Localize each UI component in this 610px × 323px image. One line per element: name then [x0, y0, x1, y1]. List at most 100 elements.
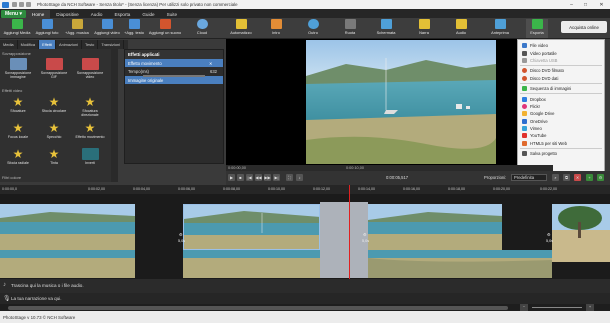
next-button[interactable]: ▶▶: [264, 174, 271, 181]
play-button[interactable]: ▶: [228, 174, 235, 181]
tab-media[interactable]: Media: [0, 40, 18, 49]
narration-track[interactable]: 🎙 La tua narrazione va qui.: [0, 293, 610, 304]
tab-edit[interactable]: Modifica: [18, 40, 40, 49]
tab-slides[interactable]: Diapositive: [50, 10, 84, 18]
save-quick-icon[interactable]: [12, 2, 17, 7]
add-music-button[interactable]: +Agg. musica: [63, 19, 91, 38]
automate-button[interactable]: Automatizzo: [227, 19, 255, 38]
cloud-button[interactable]: Cloud: [192, 19, 212, 38]
tab-animations[interactable]: Animazioni: [56, 40, 83, 49]
export-onedrive[interactable]: OneDrive: [518, 118, 604, 125]
export-button[interactable]: Esporta: [526, 19, 548, 38]
menu-button[interactable]: Menu ▾: [1, 10, 26, 18]
export-flickr[interactable]: Flickr: [518, 103, 604, 110]
timeline-clip-lower[interactable]: [0, 250, 135, 278]
effect-radial-blur[interactable]: ★ Sfocia radiale: [2, 147, 34, 165]
add-icon[interactable]: +: [586, 174, 593, 181]
effect-image-overlay[interactable]: Sovrapposizione immagine: [2, 58, 34, 79]
effect-mirror[interactable]: ★ Specchio: [38, 121, 70, 139]
param-value[interactable]: 632: [210, 69, 217, 74]
save-project[interactable]: Salva progetto: [518, 150, 604, 157]
effect-blur[interactable]: ★ Sfocature: [2, 95, 34, 113]
outro-button[interactable]: Outro: [303, 19, 323, 38]
stop-button[interactable]: ■: [237, 174, 244, 181]
go-start-button[interactable]: |◀: [246, 174, 253, 181]
export-dropbox[interactable]: Dropbox: [518, 95, 604, 102]
redo-quick-icon[interactable]: [26, 2, 31, 7]
timeline-ruler[interactable]: 0:00:00,0 0:00:02,00 0:00:04,00 0:00:06,…: [0, 185, 610, 194]
timeline-clip-selected[interactable]: [183, 204, 320, 250]
export-image-sequence[interactable]: Sequenza di immagini: [518, 85, 604, 92]
add-media-button[interactable]: Aggiungi Media: [2, 19, 32, 38]
fullscreen-icon[interactable]: ⛶: [286, 174, 293, 181]
maximize-button[interactable]: □: [580, 0, 591, 9]
prev-button[interactable]: ◀◀: [255, 174, 262, 181]
screenshot-button[interactable]: Schermata: [372, 19, 400, 38]
timeline-clip[interactable]: [368, 204, 502, 250]
tab-suite[interactable]: Suite: [161, 10, 183, 18]
remove-effect-icon[interactable]: ✕: [209, 61, 213, 66]
tab-home[interactable]: Home: [26, 10, 51, 18]
rotate-button[interactable]: Ruota: [340, 19, 360, 38]
effect-circular-blur[interactable]: ★ Sfocia circolare: [38, 95, 70, 113]
zoom-slider[interactable]: [532, 307, 582, 308]
tab-transitions[interactable]: Transizioni: [98, 40, 125, 49]
export-usb-drive[interactable]: Chiavetta USB: [518, 57, 604, 64]
effect-invert[interactable]: Inverti: [74, 148, 106, 165]
export-video-file[interactable]: File video: [518, 42, 604, 49]
narrate-button[interactable]: Narra: [414, 19, 434, 38]
minimize-button[interactable]: –: [566, 0, 577, 9]
timeline-clip[interactable]: [552, 204, 610, 262]
add-video-button[interactable]: Aggiungi video: [93, 19, 121, 38]
go-end-button[interactable]: ▶|: [273, 174, 280, 181]
effects-list-scrollbar[interactable]: [111, 49, 118, 182]
delete-icon[interactable]: ✕: [574, 174, 581, 181]
aspect-ratio-select[interactable]: Predefinita: [511, 174, 547, 181]
clip-settings-icon[interactable]: ⚙: [363, 232, 366, 237]
buy-online-button[interactable]: Acquista online: [561, 21, 607, 33]
intro-button[interactable]: Intro: [266, 19, 286, 38]
transition-block[interactable]: [320, 202, 368, 278]
timeline-clip[interactable]: [0, 204, 135, 250]
tab-audio[interactable]: Audio: [85, 10, 109, 18]
add-photo-button[interactable]: Aggiungi foto: [33, 19, 61, 38]
export-dvd-data[interactable]: Disco DVD dati: [518, 75, 604, 82]
preview-button[interactable]: Anteprima: [486, 19, 514, 38]
original-image-row[interactable]: Immagine originale: [125, 76, 223, 84]
export-vimeo[interactable]: Vimeo: [518, 125, 604, 132]
param-slider[interactable]: [143, 75, 205, 77]
effect-directional-blur[interactable]: ★ Sfocatura direzionale: [74, 95, 106, 117]
effect-gif-overlay[interactable]: Sovrapposizione GIF: [38, 58, 70, 79]
export-google-drive[interactable]: Google Drive: [518, 110, 604, 117]
audio-track[interactable]: ♪ Trascina qui la musica o i file audio.: [0, 279, 610, 293]
audio-button[interactable]: Audio: [451, 19, 471, 38]
timeline-scrollbar[interactable]: − +: [0, 304, 610, 311]
clip-settings-icon[interactable]: ⚙: [179, 232, 182, 237]
export-portable-video[interactable]: Video portatile: [518, 49, 604, 56]
effect-tint[interactable]: ★ Tinta: [38, 147, 70, 165]
zoom-out-icon[interactable]: −: [520, 304, 528, 311]
add-text-button[interactable]: +Agg. testo: [122, 19, 146, 38]
effect-local-focus[interactable]: ★ Focus locale: [2, 121, 34, 139]
undo-quick-icon[interactable]: [19, 2, 24, 7]
clip-settings-icon[interactable]: ⚙: [547, 232, 550, 237]
effect-motion[interactable]: ★ Effetto movimento: [74, 121, 106, 139]
export-dvd-movie[interactable]: Disco DVD filmato: [518, 67, 604, 74]
effect-video-overlay[interactable]: Sovrapposizione video: [74, 58, 106, 79]
zoom-icon[interactable]: ⌕: [552, 174, 559, 181]
tab-guides[interactable]: Guide: [136, 10, 160, 18]
tab-export[interactable]: Esporta: [108, 10, 136, 18]
add-sound-button[interactable]: Aggiungi un suono: [147, 19, 183, 38]
export-html5[interactable]: HTML5 per siti Web: [518, 140, 604, 147]
timeline-clip-lower[interactable]: [368, 250, 552, 278]
playhead[interactable]: [349, 185, 350, 280]
close-button[interactable]: ✕: [596, 0, 607, 9]
settings-icon[interactable]: ⚙: [597, 174, 604, 181]
selected-effect-row[interactable]: Effetto movimento ✕: [125, 59, 223, 67]
timeline-clip-lower[interactable]: [183, 250, 320, 278]
scroll-thumb[interactable]: [8, 305, 508, 310]
export-youtube[interactable]: YouTube: [518, 132, 604, 139]
volume-icon[interactable]: ♪: [296, 174, 303, 181]
tab-effects[interactable]: Effetti: [39, 40, 56, 49]
tab-text[interactable]: Testo: [82, 40, 99, 49]
